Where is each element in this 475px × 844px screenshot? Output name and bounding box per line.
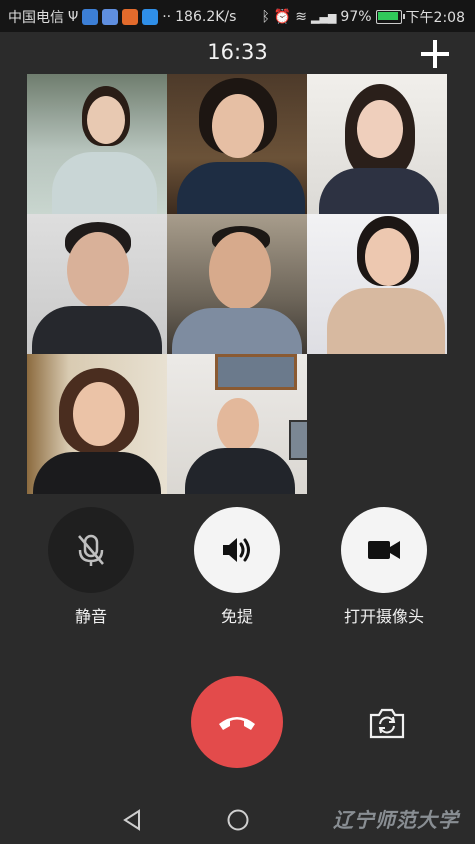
app-notification-icon (82, 9, 99, 25)
speaker-control: 免提 (194, 507, 280, 627)
home-circle-icon (227, 809, 249, 831)
alarm-icon: ⏰ (273, 9, 292, 25)
phone-hangup-icon (219, 717, 255, 730)
clock: 下午2:08 (405, 10, 465, 26)
switch-camera-icon (369, 708, 405, 739)
switch-camera-button[interactable] (367, 705, 407, 741)
status-bar: 中国电信 Ψ ·· 186.2K/s ᛒ ⏰ ≋ ▂▄▆ 97% 下午2:08 (0, 0, 475, 32)
mute-control: 静音 (48, 507, 134, 627)
watermark-text: 辽宁师范大学 (333, 808, 459, 832)
speaker-icon (223, 538, 250, 562)
call-duration: 16:33 (207, 40, 268, 64)
hang-up-button[interactable] (191, 676, 283, 768)
camera-label: 打开摄像头 (343, 607, 424, 626)
video-grid (27, 74, 447, 494)
participant-video[interactable] (27, 214, 167, 354)
nav-back-button[interactable] (120, 808, 144, 836)
speaker-button[interactable] (194, 507, 280, 593)
participant-video[interactable] (307, 214, 447, 354)
video-camera-icon (368, 541, 400, 559)
camera-button[interactable] (341, 507, 427, 593)
battery-percent: 97% (340, 9, 372, 25)
speaker-label: 免提 (220, 607, 253, 626)
participant-video[interactable] (167, 74, 307, 214)
mute-button[interactable] (48, 507, 134, 593)
plus-icon (421, 40, 449, 68)
mic-off-icon (78, 534, 104, 566)
signal-icon: ▂▄▆ (311, 10, 337, 24)
app-notification-icon (122, 9, 139, 25)
back-triangle-icon (123, 809, 140, 831)
network-speed: 186.2K/s (175, 9, 237, 25)
battery-icon (375, 10, 405, 24)
participant-video[interactable] (167, 354, 307, 494)
more-notifications-icon: ·· (162, 9, 172, 25)
mute-label: 静音 (74, 607, 107, 626)
app-notification-icon (142, 9, 159, 25)
participant-video[interactable] (27, 354, 167, 494)
app-notification-icon (102, 9, 119, 25)
participant-video[interactable] (27, 74, 167, 214)
participant-video[interactable] (307, 74, 447, 214)
usb-icon: Ψ (68, 9, 79, 25)
nav-home-button[interactable] (226, 808, 250, 836)
carrier-label: 中国电信 (8, 10, 64, 26)
add-participant-button[interactable] (417, 36, 453, 72)
bluetooth-icon: ᛒ (261, 9, 270, 25)
camera-control: 打开摄像头 (341, 507, 427, 627)
participant-video[interactable] (167, 214, 307, 354)
wifi-icon: ≋ (295, 9, 308, 25)
